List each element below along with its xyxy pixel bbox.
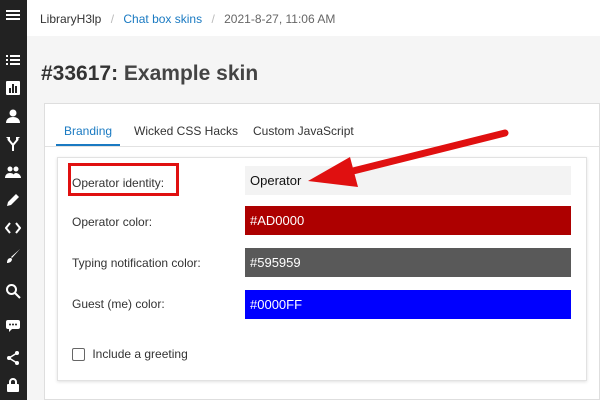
guest-color-input[interactable]: #0000FF [245,290,571,319]
guest-color-label: Guest (me) color: [72,297,165,311]
page-title: #33617: Example skin [41,62,258,86]
chat-icon[interactable] [5,317,21,333]
annotation-arrow [308,129,509,187]
pencil-icon[interactable] [5,192,21,208]
breadcrumb-separator: / [110,11,115,26]
skin-id: #33617: [41,62,119,85]
breadcrumb-timestamp: 2021-8-27, 11:06 AM [224,11,336,26]
operator-color-input[interactable]: #AD0000 [245,206,571,235]
users-icon[interactable] [5,164,21,180]
top-bar: LibraryH3lp / Chat box skins / 2021-8-27… [27,0,600,36]
brush-icon[interactable] [5,248,21,264]
annotation-highlight-box [68,163,179,196]
greeting-checkbox[interactable] [72,348,85,362]
operator-color-label: Operator color: [72,215,153,229]
greeting-label: Include a greeting [92,347,188,361]
user-icon[interactable] [5,108,21,124]
search-icon[interactable] [5,283,21,299]
breadcrumb-chat-box-skins[interactable]: Chat box skins [123,12,202,26]
greeting-option: Include a greeting [72,347,188,362]
menu-icon[interactable] [5,7,21,23]
skin-name: Example skin [123,62,259,85]
tab-branding[interactable]: Branding [56,116,121,146]
breadcrumb-home[interactable]: LibraryH3lp [40,12,101,26]
breadcrumb: LibraryH3lp / Chat box skins / 2021-8-27… [40,11,335,26]
tab-wicked-css-hacks[interactable]: Wicked CSS Hacks [134,116,238,146]
typing-color-label: Typing notification color: [72,256,201,270]
share-icon[interactable] [5,350,21,366]
typing-color-input[interactable]: #595959 [245,248,571,277]
chart-icon[interactable] [5,80,21,96]
lock-icon[interactable] [5,377,21,393]
breadcrumb-separator: / [211,11,215,26]
code-icon[interactable] [5,220,21,236]
list-icon[interactable] [5,52,21,68]
sidebar [0,0,27,400]
fork-icon[interactable] [5,136,21,152]
